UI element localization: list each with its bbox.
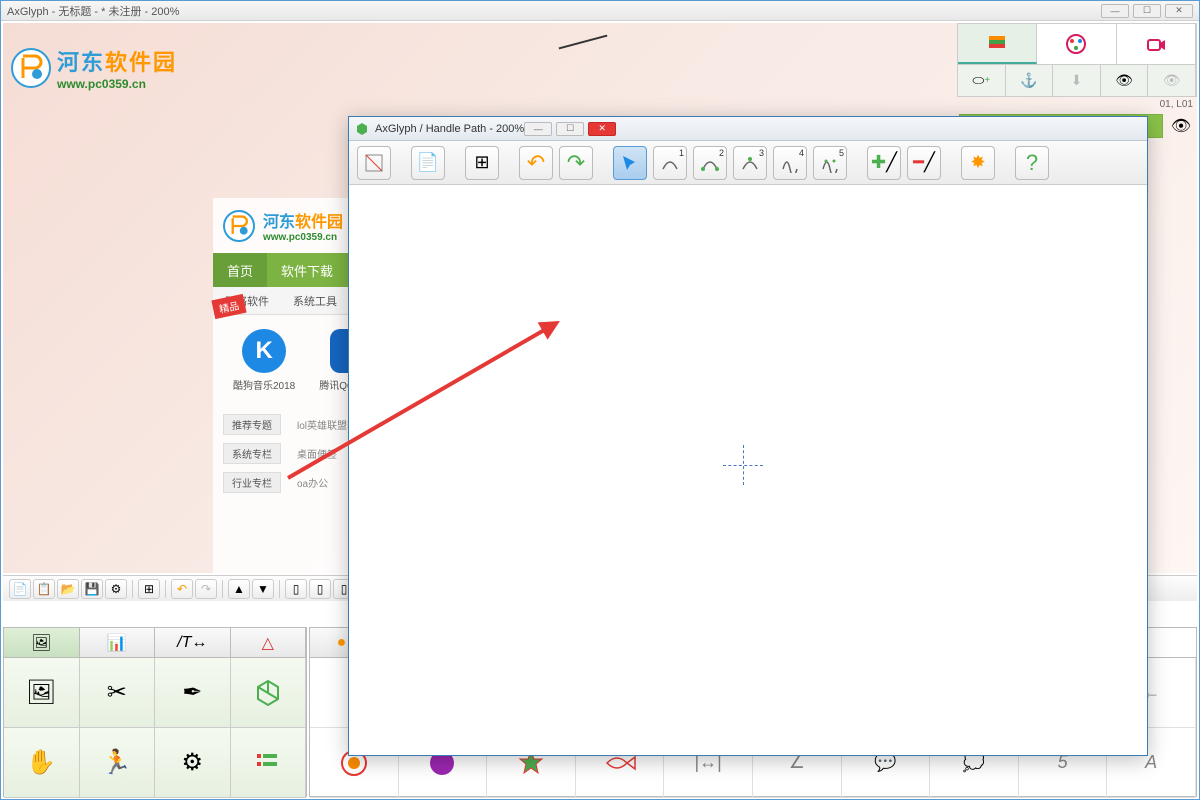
layer-up-button[interactable]: ▲ xyxy=(228,579,250,599)
sec-title: AxGlyph / Handle Path - 200% xyxy=(375,123,524,135)
site-name: 河东软件园 xyxy=(263,208,343,232)
runner-tool[interactable]: 🏃 xyxy=(80,728,156,798)
layer-down-button[interactable]: ▼ xyxy=(252,579,274,599)
curve1-tool[interactable]: 1 xyxy=(653,146,687,180)
gear-tool[interactable]: ⚙ xyxy=(155,728,231,798)
hand-tool[interactable]: ✋ xyxy=(4,728,80,798)
minimize-button[interactable]: — xyxy=(1101,4,1129,18)
save-button[interactable]: 💾 xyxy=(81,579,103,599)
layers-tab[interactable] xyxy=(958,24,1037,64)
chart-tab[interactable]: 📊 xyxy=(80,628,156,657)
close-button[interactable]: ✕ xyxy=(588,122,616,136)
del-point-button[interactable]: ━╱ xyxy=(907,146,941,180)
pen-tool[interactable]: ✒ xyxy=(155,658,231,728)
curve4-tool[interactable]: 4 xyxy=(773,146,807,180)
image-tab[interactable]: 🖼 xyxy=(4,628,80,657)
curve2-tool[interactable]: 2 xyxy=(693,146,727,180)
drawn-line xyxy=(559,35,608,50)
redo-button[interactable]: ↷ xyxy=(195,579,217,599)
nav-download[interactable]: 软件下载 xyxy=(267,253,347,287)
eye-button[interactable]: 👁 xyxy=(1101,65,1149,96)
scissors-tool[interactable]: ✂ xyxy=(80,658,156,728)
sec-toolbar: 📄 ⊞ ↶ ↷ 1 2 3 4 5 ✚╱ ━╱ ✸ ? xyxy=(349,141,1147,185)
curve3-tool[interactable]: 3 xyxy=(733,146,767,180)
down-button[interactable]: ⬇ xyxy=(1053,65,1101,96)
maximize-button[interactable]: ☐ xyxy=(1133,4,1161,18)
list-tool[interactable] xyxy=(231,728,307,798)
logo-icon xyxy=(223,210,255,242)
help-button[interactable]: ? xyxy=(1015,146,1049,180)
handle-path-window: AxGlyph / Handle Path - 200% — ☐ ✕ 📄 ⊞ ↶… xyxy=(348,116,1148,756)
watermark-url: www.pc0359.cn xyxy=(57,77,177,91)
app-title: AxGlyph - 无标题 - * 未注册 - 200% xyxy=(7,3,179,19)
ellipse-add-button[interactable]: ⬭+ xyxy=(958,65,1006,96)
page-button[interactable]: 📄 xyxy=(411,146,445,180)
tool-palette: 🖼 📊 /T↔ △ 🖼 ✂ ✒ ✋ 🏃 ⚙ xyxy=(3,627,307,797)
align-button[interactable]: ▯ xyxy=(309,579,331,599)
text-tab[interactable]: /T↔ xyxy=(155,628,231,657)
watermark-name: 河东软件园 xyxy=(57,45,177,77)
redo-button[interactable]: ↷ xyxy=(559,146,593,180)
image-tool[interactable]: 🖼 xyxy=(4,658,80,728)
doc-button[interactable]: 📋 xyxy=(33,579,55,599)
camera-tab[interactable] xyxy=(1117,24,1196,64)
watermark-logo: 河东软件园 www.pc0359.cn xyxy=(11,45,177,91)
maximize-button[interactable]: ☐ xyxy=(556,122,584,136)
settings-button[interactable]: ⚙ xyxy=(105,579,127,599)
app-item[interactable]: K酷狗音乐2018 xyxy=(233,329,295,392)
star-button[interactable]: ✸ xyxy=(961,146,995,180)
main-titlebar[interactable]: AxGlyph - 无标题 - * 未注册 - 200% — ☐ ✕ xyxy=(1,1,1199,21)
grid-button[interactable]: ⊞ xyxy=(465,146,499,180)
curve5-tool[interactable]: 5 xyxy=(813,146,847,180)
site-url: www.pc0359.cn xyxy=(263,232,343,243)
sec-canvas[interactable] xyxy=(349,185,1147,755)
eye-icon[interactable]: 👁 xyxy=(1167,114,1195,138)
layer-info: 01, L01 xyxy=(957,97,1197,112)
edit-button[interactable] xyxy=(357,146,391,180)
cube-tool[interactable] xyxy=(231,658,307,728)
sec-titlebar[interactable]: AxGlyph / Handle Path - 200% — ☐ ✕ xyxy=(349,117,1147,141)
new-button[interactable]: 📄 xyxy=(9,579,31,599)
add-point-button[interactable]: ✚╱ xyxy=(867,146,901,180)
grid-button[interactable]: ⊞ xyxy=(138,579,160,599)
undo-button[interactable]: ↶ xyxy=(519,146,553,180)
select-tool[interactable] xyxy=(613,146,647,180)
nav-home[interactable]: 首页 xyxy=(213,253,267,287)
app-icon xyxy=(355,122,369,136)
align-button[interactable]: ▯ xyxy=(285,579,307,599)
logo-icon xyxy=(11,48,51,88)
anchor-button[interactable]: ⚓ xyxy=(1006,65,1054,96)
open-button[interactable]: 📂 xyxy=(57,579,79,599)
shape-tab[interactable]: △ xyxy=(231,628,307,657)
minimize-button[interactable]: — xyxy=(524,122,552,136)
undo-button[interactable]: ↶ xyxy=(171,579,193,599)
eye-off-button[interactable]: 👁 xyxy=(1148,65,1196,96)
close-button[interactable]: ✕ xyxy=(1165,4,1193,18)
palette-tab[interactable] xyxy=(1037,24,1116,64)
subnav-item[interactable]: 系统工具 xyxy=(281,287,349,314)
